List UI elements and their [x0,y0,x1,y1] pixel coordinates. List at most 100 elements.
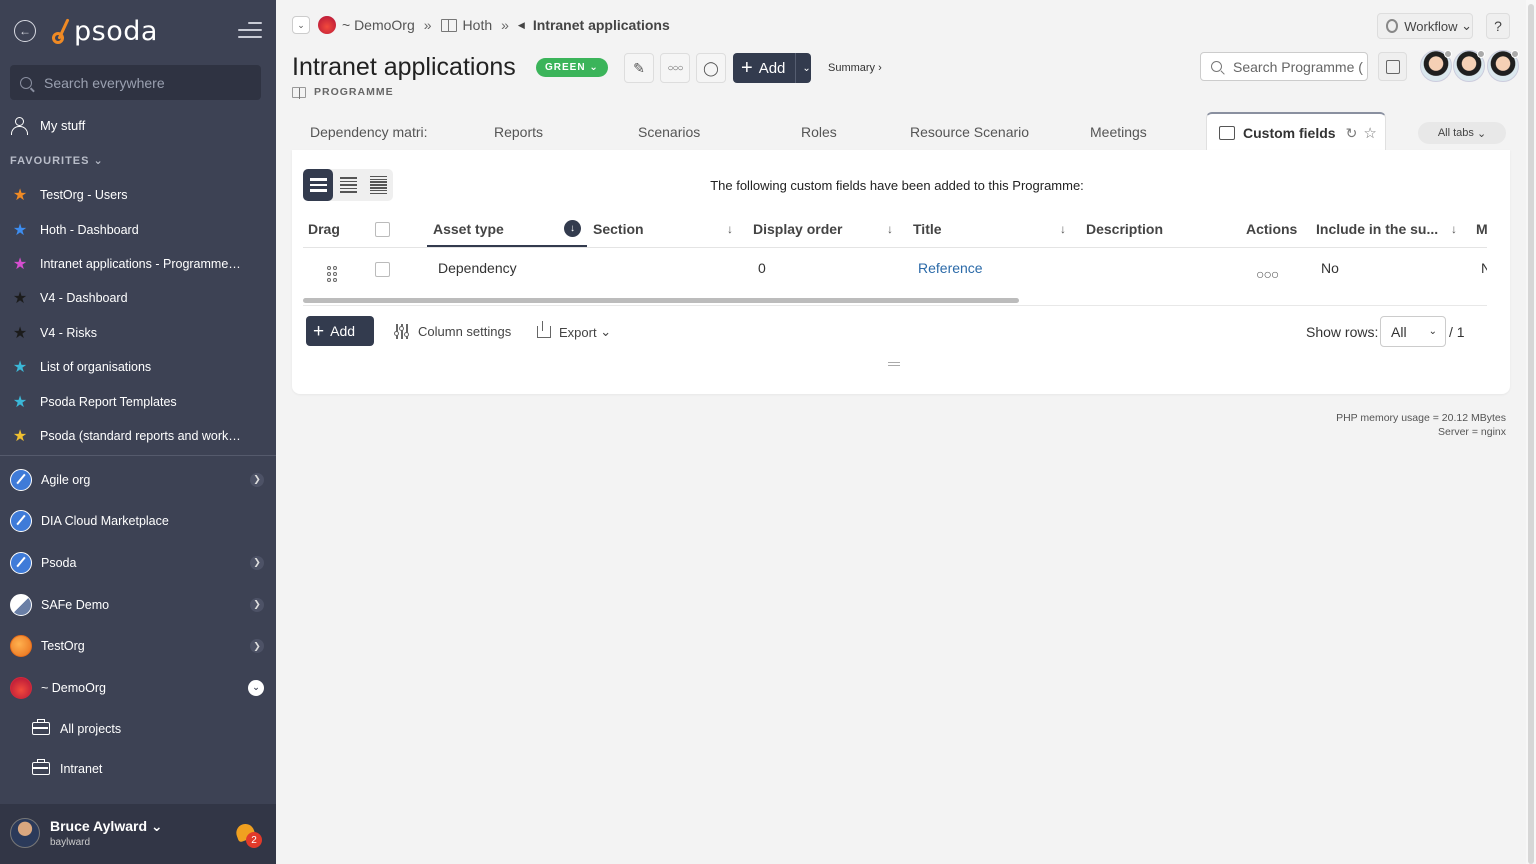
star-outline-icon[interactable]: ☆ [1363,124,1376,142]
workflow-button[interactable]: Workflow ⌄ [1377,13,1473,39]
favourite-item[interactable]: ★ Psoda Report Templates [10,384,270,418]
drag-handle-icon[interactable] [327,266,337,282]
column-display-order[interactable]: Display order [753,221,842,237]
status-badge[interactable]: GREEN ⌄ [536,58,608,77]
avatar[interactable] [1420,50,1452,82]
chevron-right-icon[interactable]: ❯ [250,639,264,654]
favourite-item[interactable]: ★ Intranet applications - Programme… [10,247,270,281]
tab-reports[interactable]: Reports [494,124,543,140]
sub-item-label: Intranet [60,761,103,776]
resize-grip-icon[interactable] [888,362,900,368]
add-custom-field-button[interactable]: + Add [306,316,374,346]
org-item-agile-org[interactable]: Agile org ❯ [0,459,276,501]
org-label: SAFe Demo [41,597,110,612]
favourite-item[interactable]: ★ Hoth - Dashboard [10,212,270,246]
column-asset-type[interactable]: Asset type [433,221,504,237]
sliders-icon [393,324,410,339]
sort-arrow-icon[interactable]: ↓ [1060,222,1066,236]
chevron-right-icon[interactable]: ❯ [250,472,264,487]
favourite-item[interactable]: ★ TestOrg - Users [10,178,270,212]
refresh-icon[interactable]: ↻ [1346,125,1358,142]
column-include[interactable]: Include in the su... [1316,221,1438,237]
my-stuff-label: My stuff [40,117,86,133]
chevron-down-icon[interactable]: ⌄ [248,679,264,696]
sort-arrow-icon[interactable]: ↓ [727,222,733,236]
avatar[interactable] [1487,50,1519,82]
org-item-dia-cloud[interactable]: DIA Cloud Marketplace [0,501,276,543]
my-stuff-link[interactable]: My stuff [10,114,85,136]
breadcrumb-org[interactable]: ~ DemoOrg [342,17,415,33]
page-total: / 1 [1449,324,1465,340]
chevron-down-icon[interactable]: ⌄ [802,63,810,74]
custom-fields-icon [1219,126,1235,140]
column-actions: Actions [1246,221,1298,237]
favourite-item[interactable]: ★ V4 - Risks [10,316,270,350]
page-scrollbar[interactable] [1526,0,1536,864]
psoda-logo[interactable]: psoda [50,14,158,48]
summary-link[interactable]: Summary › [828,62,882,74]
column-title[interactable]: Title [913,221,942,237]
caret-left-icon[interactable]: ◀ [518,20,525,31]
org-item-demoorg[interactable]: ~ DemoOrg ⌄ [0,667,276,709]
export-button[interactable]: Export ⌄ [537,321,611,340]
tab-roles[interactable]: Roles [801,124,837,140]
add-button[interactable]: + Add ⌄ [733,53,811,83]
favourite-item[interactable]: ★ Psoda (standard reports and work… [10,419,270,453]
global-search-input[interactable] [44,74,244,91]
user-panel[interactable]: Bruce Aylward ⌄ baylward 2 [0,804,276,864]
org-item-safe-demo[interactable]: SAFe Demo ❯ [0,584,276,626]
sort-arrow-icon[interactable]: ↓ [1451,222,1457,236]
tab-custom-fields[interactable]: Custom fields ↻ ☆ [1206,112,1386,152]
tab-dependency-matrix[interactable]: Dependency matri: [310,124,430,140]
column-m[interactable]: M. [1476,221,1487,237]
sort-arrow-icon[interactable]: ↓ [887,222,893,236]
star-icon: ★ [12,393,28,411]
tab-resource-scenarios[interactable]: Resource Scenario: [910,124,1030,140]
table-row[interactable]: Dependency 0 Reference ○○○ No N [303,248,1487,290]
favourites-header[interactable]: FAVOURITES ⌄ [10,154,104,167]
favourite-item[interactable]: ★ List of organisations [10,350,270,384]
export-label: Export [559,324,597,340]
book-icon [440,18,457,32]
server-name: Server = nginx [1438,426,1506,438]
briefcase-icon [32,759,50,776]
column-drag: Drag [308,221,340,237]
all-tabs-button[interactable]: All tabs ⌄ [1418,122,1506,144]
sidebar-item-all-projects[interactable]: All projects [0,709,276,749]
sort-desc-icon[interactable]: ↓ [564,220,581,237]
cell-title-link[interactable]: Reference [918,260,983,276]
share-button[interactable] [1378,52,1407,81]
tab-scenarios[interactable]: Scenarios [638,124,700,140]
breadcrumb-parent[interactable]: Hoth [463,17,493,33]
organisation-list: Agile org ❯ DIA Cloud Marketplace Psoda ❯ … [0,459,276,789]
sub-item-label: All projects [60,721,122,736]
tab-meetings[interactable]: Meetings [1090,124,1147,140]
org-item-psoda[interactable]: Psoda ❯ [0,542,276,584]
back-icon[interactable]: ← [14,20,36,42]
column-section[interactable]: Section [593,221,644,237]
chevron-right-icon[interactable]: ❯ [250,597,264,612]
tag-button[interactable]: ◯ [696,53,726,83]
avatar[interactable] [1453,50,1485,82]
favourite-item[interactable]: ★ V4 - Dashboard [10,281,270,315]
org-item-testorg[interactable]: TestOrg ❯ [0,625,276,667]
chevron-down-icon[interactable]: ⌄ [292,16,310,34]
column-settings-button[interactable]: Column settings [393,324,511,339]
more-button[interactable]: ○○○ [660,53,690,83]
star-icon: ★ [12,427,28,445]
user-login: baylward [50,837,91,848]
programme-search-input[interactable] [1233,58,1363,75]
show-rows-select[interactable]: All ⌄ [1380,316,1446,347]
horizontal-scrollbar[interactable] [303,298,1019,303]
row-checkbox[interactable] [375,262,390,277]
column-description[interactable]: Description [1086,221,1163,237]
help-button[interactable]: ? [1486,13,1510,39]
edit-button[interactable]: ✎ [624,53,654,83]
row-actions-icon[interactable]: ○○○ [1256,266,1279,282]
collapse-sidebar-icon[interactable] [238,22,262,40]
global-search [10,65,261,100]
chevron-right-icon[interactable]: ❯ [250,555,264,570]
sidebar-item-intranet[interactable]: Intranet [0,749,276,789]
search-icon [1211,61,1222,72]
select-all-checkbox[interactable] [375,222,390,237]
